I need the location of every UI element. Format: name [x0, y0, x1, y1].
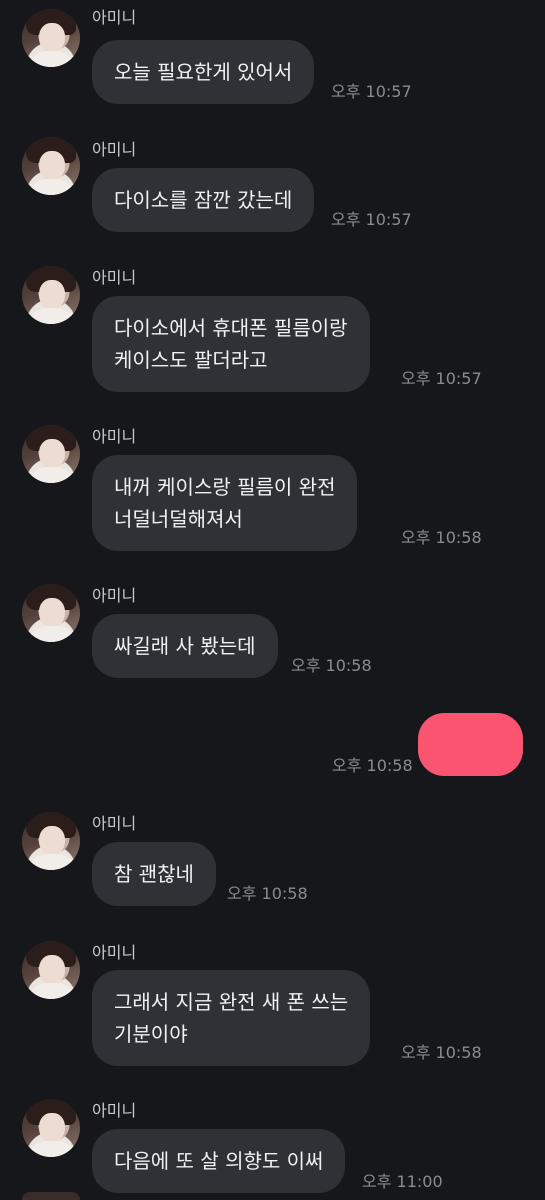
- message-text: 너덜너덜해져서: [114, 507, 243, 531]
- own-message-bubble[interactable]: [418, 713, 523, 776]
- message-time: 오후 10:57: [331, 82, 412, 101]
- message-bubble[interactable]: 그래서 지금 완전 새 폰 쓰는 기분이야: [92, 970, 371, 1066]
- message-text: 케이스도 팔더라고: [114, 348, 268, 372]
- sender-avatar[interactable]: [22, 266, 80, 324]
- sender-avatar[interactable]: [22, 137, 80, 195]
- sender-name: 아미니: [92, 427, 137, 446]
- sender-avatar[interactable]: [22, 812, 80, 870]
- sender-avatar[interactable]: [22, 9, 80, 67]
- message-time: 오후 10:58: [291, 656, 372, 675]
- sender-name: 아미니: [92, 814, 137, 833]
- message-time: 오후 10:57: [331, 210, 412, 229]
- message-text: 참 괜찮네: [114, 862, 194, 886]
- sender-name: 아미니: [92, 8, 137, 27]
- message-bubble[interactable]: 싸길래 사 봤는데: [92, 614, 278, 678]
- message-bubble[interactable]: 다음에 또 살 의향도 이써: [92, 1129, 346, 1193]
- next-sender-avatar[interactable]: [22, 1192, 80, 1200]
- message-text: 싸길래 사 봤는데: [114, 634, 256, 658]
- sender-name: 아미니: [92, 1101, 137, 1120]
- sender-avatar[interactable]: [22, 425, 80, 483]
- message-bubble[interactable]: 다이소를 잠깐 갔는데: [92, 168, 315, 232]
- message-bubble[interactable]: 참 괜찮네: [92, 842, 216, 906]
- sender-name: 아미니: [92, 268, 137, 287]
- message-time: 오후 10:58: [401, 528, 482, 547]
- message-text: 그래서 지금 완전 새 폰 쓰는: [114, 990, 349, 1014]
- message-text: 다음에 또 살 의향도 이써: [114, 1149, 324, 1173]
- message-time: 오후 10:58: [332, 756, 413, 775]
- message-text: 내꺼 케이스랑 필름이 완전: [114, 475, 336, 499]
- message-text: 기분이야: [114, 1022, 188, 1046]
- sender-avatar[interactable]: [22, 941, 80, 999]
- message-text: 오늘 필요한게 있어서: [114, 60, 293, 84]
- message-time: 오후 11:00: [362, 1172, 443, 1191]
- message-bubble[interactable]: 오늘 필요한게 있어서: [92, 40, 315, 104]
- chat-screen: 아미니 오늘 필요한게 있어서 오후 10:57 아미니 다이소를 잠깐 갔는데…: [0, 0, 545, 1200]
- message-bubble[interactable]: 다이소에서 휴대폰 필름이랑 케이스도 팔더라고: [92, 296, 370, 392]
- message-text: 다이소를 잠깐 갔는데: [114, 188, 293, 212]
- sender-avatar[interactable]: [22, 1099, 80, 1157]
- sender-name: 아미니: [92, 586, 137, 605]
- sender-avatar[interactable]: [22, 584, 80, 642]
- message-text: 다이소에서 휴대폰 필름이랑: [114, 316, 348, 340]
- message-time: 오후 10:58: [227, 884, 308, 903]
- message-time: 오후 10:57: [401, 369, 482, 388]
- sender-name: 아미니: [92, 140, 137, 159]
- message-time: 오후 10:58: [401, 1043, 482, 1062]
- message-bubble[interactable]: 내꺼 케이스랑 필름이 완전 너덜너덜해져서: [92, 455, 358, 551]
- sender-name: 아미니: [92, 943, 137, 962]
